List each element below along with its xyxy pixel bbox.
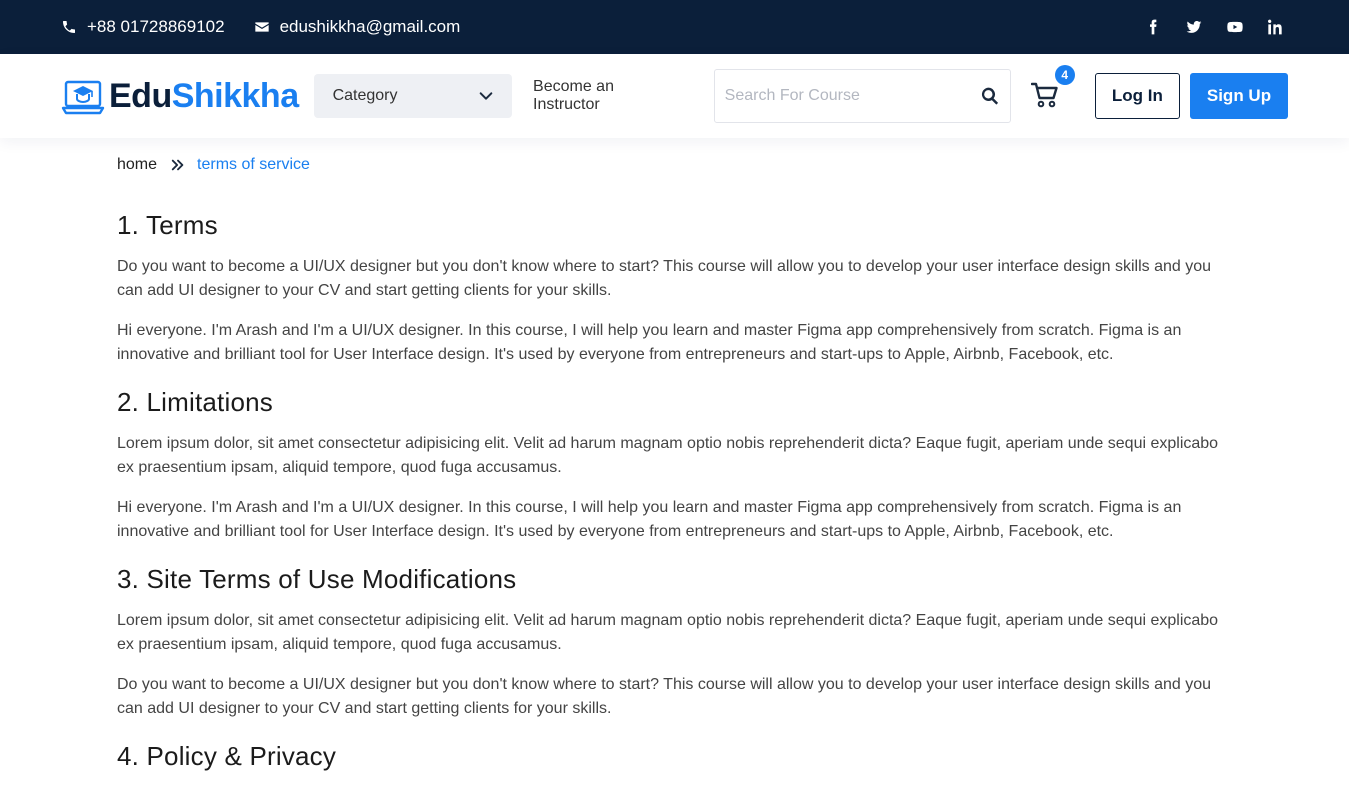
- cart-button[interactable]: 4: [1030, 65, 1075, 111]
- top-contact-bar: +88 01728869102 edushikkha@gmail.com: [0, 0, 1349, 54]
- phone-contact[interactable]: +88 01728869102: [61, 17, 225, 37]
- cart-count-badge: 4: [1054, 65, 1075, 85]
- section-paragraph: Lorem ipsum dolor, sit amet consectetur …: [117, 435, 1219, 476]
- phone-number: +88 01728869102: [87, 17, 225, 36]
- chevron-down-icon: [479, 92, 493, 100]
- linkedin-icon[interactable]: [1267, 19, 1284, 36]
- section-title: 3. Site Terms of Use Modifications: [117, 564, 517, 594]
- section-paragraph: Hi everyone. I'm Arash and I'm a UI/UX d…: [117, 322, 1182, 363]
- logo-text: EduShikkha: [109, 77, 299, 116]
- email-contact[interactable]: edushikkha@gmail.com: [254, 17, 461, 37]
- category-label: Category: [332, 87, 398, 104]
- limitations-section: 2. Limitations Lorem ipsum dolor, sit am…: [117, 387, 1232, 544]
- main-header: EduShikkha Category Become an Instructor…: [0, 54, 1349, 138]
- section-title: 1. Terms: [117, 210, 218, 240]
- signup-button[interactable]: Sign Up: [1189, 73, 1289, 119]
- section-title: 2. Limitations: [117, 387, 273, 417]
- breadcrumb-current[interactable]: terms of service: [197, 156, 310, 174]
- email-address: edushikkha@gmail.com: [279, 17, 461, 36]
- section-paragraph: Hi everyone. I'm Arash and I'm a UI/UX d…: [117, 499, 1182, 540]
- social-links: [1144, 19, 1284, 36]
- policy-privacy-section: 4. Policy & Privacy: [117, 741, 1232, 772]
- search-icon[interactable]: [980, 86, 1000, 106]
- terms-section: 1. Terms Do you want to become a UI/UX d…: [117, 210, 1232, 367]
- section-paragraph: Do you want to become a UI/UX designer b…: [117, 676, 1211, 717]
- logo[interactable]: EduShikkha: [61, 74, 315, 118]
- category-dropdown[interactable]: Category: [313, 74, 513, 118]
- section-title: 4. Policy & Privacy: [117, 741, 337, 771]
- login-button[interactable]: Log In: [1094, 73, 1180, 119]
- laptop-graduation-icon: [61, 80, 105, 115]
- double-chevron-right-icon: [171, 158, 185, 172]
- logo-edu: Edu: [109, 76, 172, 115]
- breadcrumb: home terms of service: [117, 156, 310, 174]
- facebook-icon[interactable]: [1144, 19, 1161, 36]
- section-paragraph: Lorem ipsum dolor, sit amet consectetur …: [117, 612, 1219, 653]
- shopping-cart-icon: [1030, 82, 1058, 108]
- phone-icon: [63, 21, 75, 33]
- course-search: [713, 69, 1012, 123]
- become-instructor-link[interactable]: Become an Instructor: [533, 78, 684, 114]
- twitter-icon[interactable]: [1185, 19, 1202, 36]
- youtube-icon[interactable]: [1226, 19, 1243, 36]
- search-input[interactable]: [724, 87, 981, 105]
- breadcrumb-home[interactable]: home: [117, 156, 157, 174]
- envelope-icon: [254, 22, 269, 32]
- modifications-section: 3. Site Terms of Use Modifications Lorem…: [117, 564, 1232, 721]
- section-paragraph: Do you want to become a UI/UX designer b…: [117, 258, 1211, 299]
- terms-content: 1. Terms Do you want to become a UI/UX d…: [117, 210, 1232, 792]
- logo-shikkha: Shikkha: [171, 76, 299, 115]
- contact-info: +88 01728869102 edushikkha@gmail.com: [61, 17, 460, 37]
